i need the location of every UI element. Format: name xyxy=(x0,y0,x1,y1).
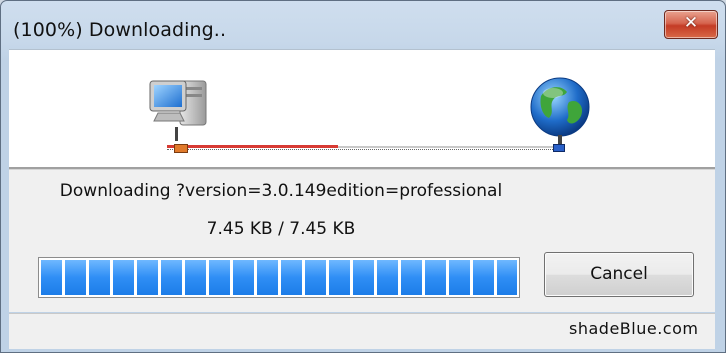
close-icon: ✕ xyxy=(683,13,699,33)
progress-segment xyxy=(41,260,62,295)
progress-segment xyxy=(257,260,278,295)
progress-segment xyxy=(281,260,302,295)
cancel-button[interactable]: Cancel xyxy=(544,252,694,297)
progress-segment xyxy=(377,260,398,295)
progress-segment xyxy=(473,260,494,295)
source-node xyxy=(174,144,188,153)
transfer-track xyxy=(167,144,565,153)
progress-segment xyxy=(233,260,254,295)
progress-segment xyxy=(449,260,470,295)
progress-segment xyxy=(425,260,446,295)
computer-icon xyxy=(149,80,207,141)
progress-segment xyxy=(161,260,182,295)
globe-icon xyxy=(530,77,590,144)
destination-node xyxy=(553,144,565,152)
window-title: (100%) Downloading.. xyxy=(13,19,227,41)
progress-segment xyxy=(185,260,206,295)
progress-segment xyxy=(209,260,230,295)
progress-fill xyxy=(41,260,517,295)
progress-segment xyxy=(497,260,517,295)
download-window: (100%) Downloading.. ✕ Downloading ?vers… xyxy=(0,0,726,353)
track-dots xyxy=(167,149,565,151)
progress-segment xyxy=(137,260,158,295)
progress-segment xyxy=(113,260,134,295)
progress-segment xyxy=(353,260,374,295)
progress-segment xyxy=(401,260,422,295)
progress-segment xyxy=(89,260,110,295)
download-progress-bar xyxy=(38,257,520,298)
progress-segment xyxy=(329,260,350,295)
brand-label: shadeBlue.com xyxy=(569,319,699,338)
downloading-file-label: Downloading ?version=3.0.149edition=prof… xyxy=(59,181,503,201)
download-size-label: 7.45 KB / 7.45 KB xyxy=(206,219,356,239)
track-fill xyxy=(167,145,338,148)
progress-segment xyxy=(65,260,86,295)
close-button[interactable]: ✕ xyxy=(664,10,718,39)
progress-segment xyxy=(305,260,326,295)
cancel-button-label: Cancel xyxy=(590,264,648,284)
